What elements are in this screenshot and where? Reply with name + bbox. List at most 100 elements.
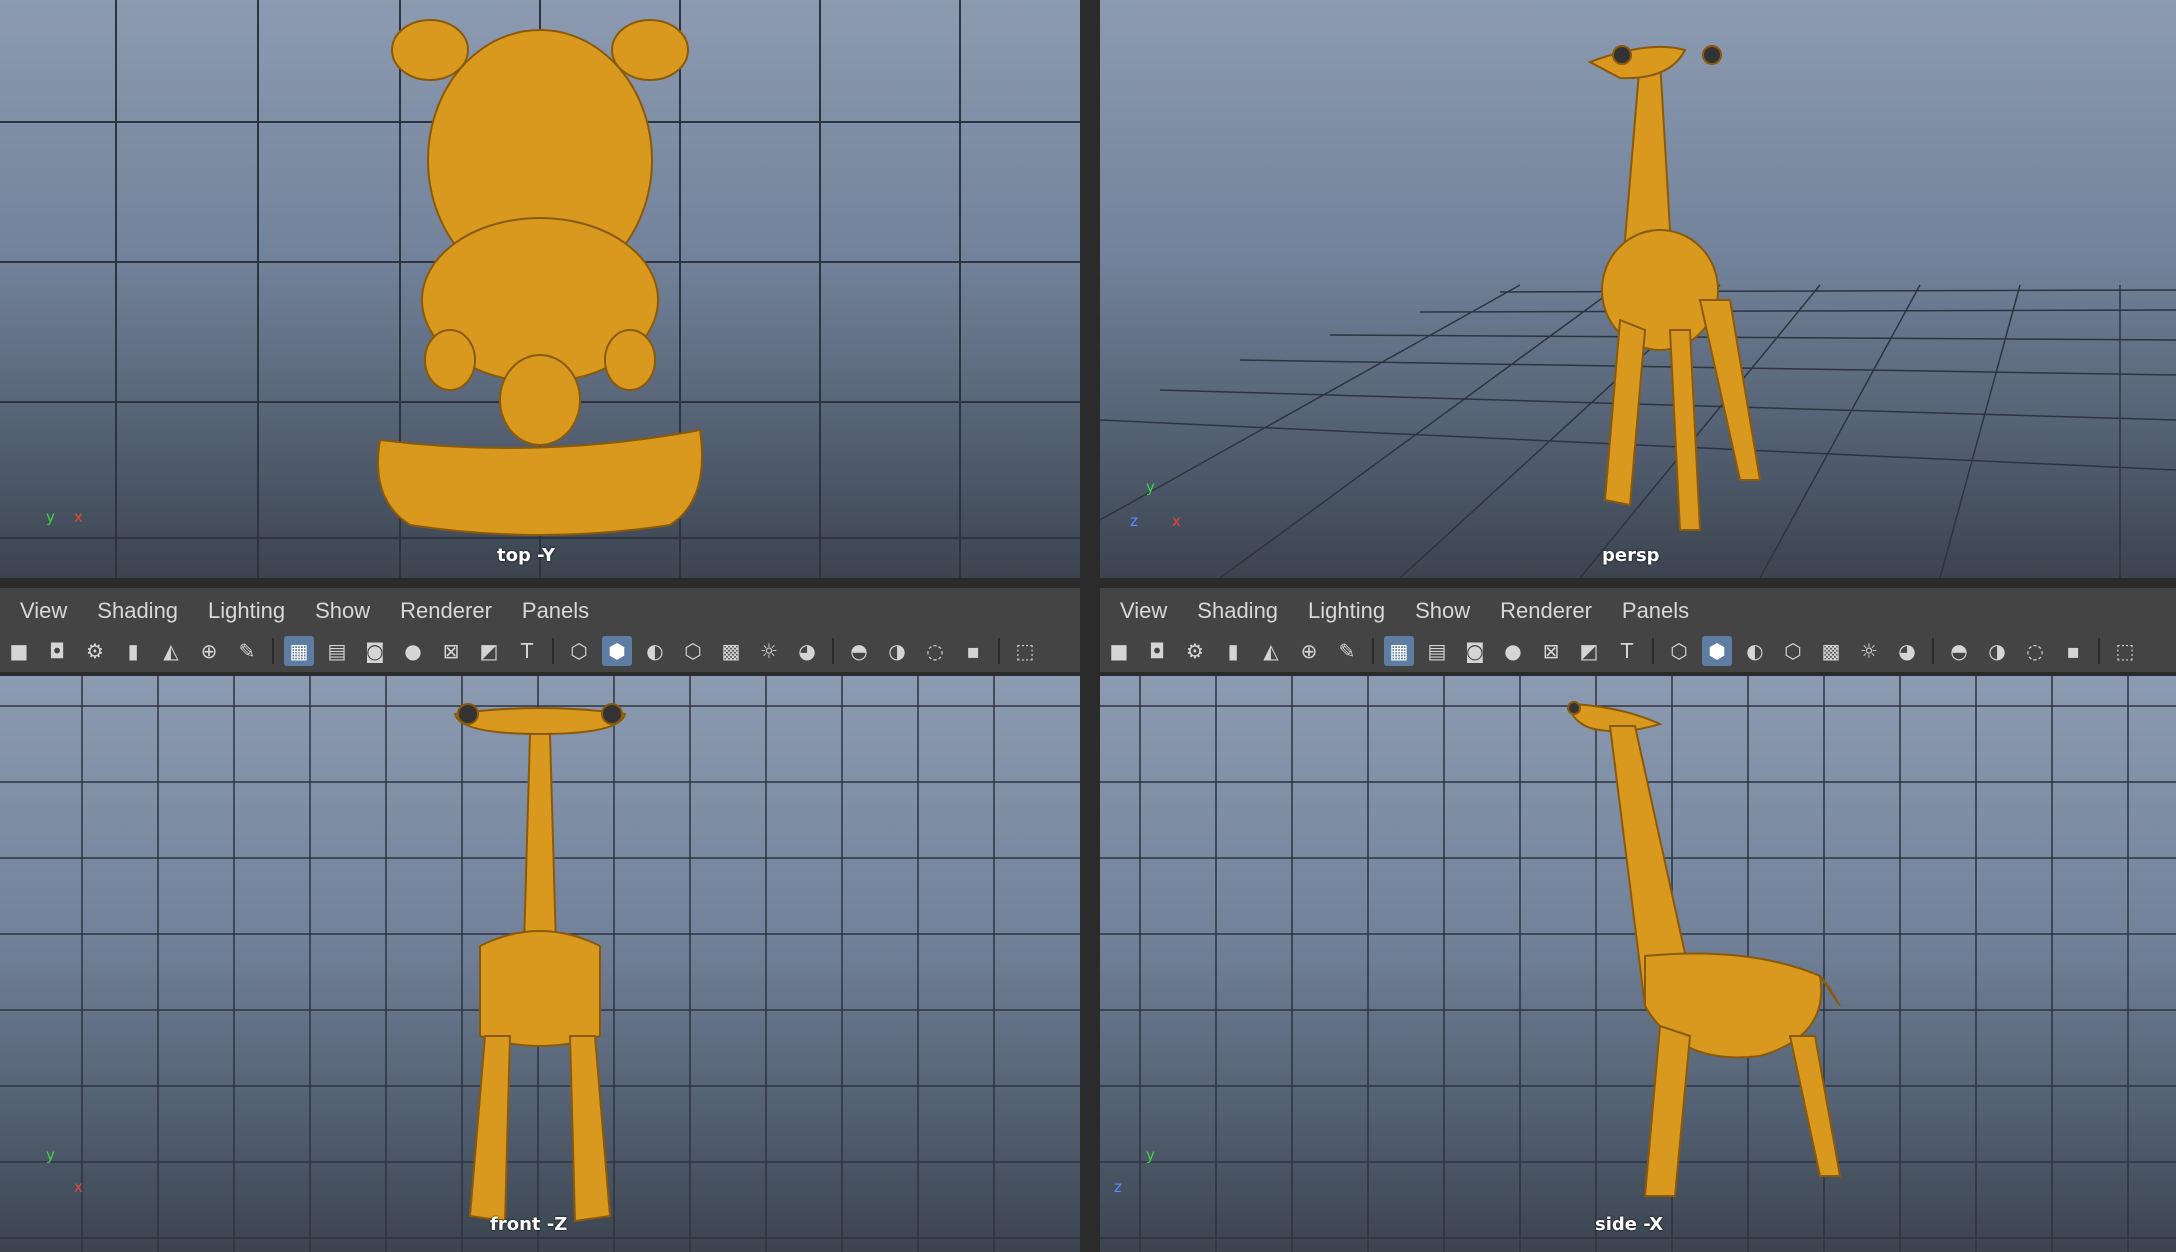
smooth-shade-icon[interactable]: ⬢ <box>1702 636 1732 666</box>
field-chart-icon[interactable]: ⊠ <box>1536 636 1566 666</box>
grid-icon[interactable]: ▦ <box>284 636 314 666</box>
menubar-right: View Shading Lighting Show Renderer Pane… <box>1100 588 2176 634</box>
toolbar-separator <box>832 638 834 664</box>
textured-icon[interactable]: ▩ <box>1816 636 1846 666</box>
menu-renderer[interactable]: Renderer <box>400 598 492 624</box>
menu-shading[interactable]: Shading <box>1197 598 1278 624</box>
resolution-gate-icon[interactable]: ◙ <box>1460 636 1490 666</box>
camera-lock-icon[interactable]: ◘ <box>42 636 72 666</box>
side-axis-y-label: y <box>1146 1146 1155 1164</box>
persp-axis-z-label: z <box>1130 512 1138 530</box>
film-gate-icon[interactable]: ▤ <box>1422 636 1452 666</box>
axis-y-label: y <box>46 508 55 526</box>
isolate-select-icon[interactable]: ⬚ <box>2110 636 2140 666</box>
lights-icon[interactable]: ☼ <box>754 636 784 666</box>
panel-toolbar-right: ■ ◘ ⚙ ▮ ◭ ⊕ ✎ ▦ ▤ ◙ ● ⊠ ◩ T ⬡ ⬢ ◐ ⬡ ▩ ☼ … <box>1100 630 2176 672</box>
viewport-persp-label: persp <box>1602 545 1660 566</box>
antialias-icon[interactable]: ◌ <box>2020 636 2050 666</box>
shadows-icon[interactable]: ◕ <box>792 636 822 666</box>
zoom-camera-icon[interactable]: ⊕ <box>1294 636 1324 666</box>
wireframe-icon[interactable]: ⬡ <box>1664 636 1694 666</box>
giraffe-side-view <box>1567 701 1842 1197</box>
zoom-camera-icon[interactable]: ⊕ <box>194 636 224 666</box>
viewport-front-label: front -Z <box>490 1214 568 1235</box>
camera-icon[interactable]: ■ <box>4 636 34 666</box>
wireframe-icon[interactable]: ⬡ <box>564 636 594 666</box>
menu-shading[interactable]: Shading <box>97 598 178 624</box>
toolbar-separator <box>1372 638 1374 664</box>
shaded-wireframe-icon[interactable]: ⬡ <box>678 636 708 666</box>
gate-mask-icon[interactable]: ● <box>398 636 428 666</box>
menu-renderer[interactable]: Renderer <box>1500 598 1592 624</box>
toolbar-separator <box>272 638 274 664</box>
shaded-wireframe-icon[interactable]: ⬡ <box>1778 636 1808 666</box>
isolate-select-icon[interactable]: ⬚ <box>1010 636 1040 666</box>
bookmark-icon[interactable]: ▮ <box>118 636 148 666</box>
side-axis-z-label: z <box>1114 1178 1122 1196</box>
pane-divider-vertical[interactable] <box>1080 0 1100 1252</box>
image-plane-icon[interactable]: ◭ <box>1256 636 1286 666</box>
viewport-side[interactable]: y z side -X <box>1100 676 2176 1252</box>
viewport-persp[interactable]: y z x persp <box>1100 0 2176 578</box>
ambient-occlusion-icon[interactable]: ◓ <box>1944 636 1974 666</box>
menu-view[interactable]: View <box>1120 598 1167 624</box>
viewport-persp-grid <box>1100 45 2176 578</box>
xray-icon[interactable]: ▪ <box>958 636 988 666</box>
viewport-top-grid <box>0 0 1080 578</box>
toolbar-separator <box>2098 638 2100 664</box>
giraffe-persp-view <box>1587 45 1762 531</box>
menu-lighting[interactable]: Lighting <box>208 598 285 624</box>
default-material-icon[interactable]: ◐ <box>640 636 670 666</box>
menu-lighting[interactable]: Lighting <box>1308 598 1385 624</box>
viewport-top[interactable]: y x top -Y <box>0 0 1080 578</box>
axis-x-label: x <box>74 508 83 526</box>
persp-axis-x-label: x <box>1172 512 1181 530</box>
film-gate-icon[interactable]: ▤ <box>322 636 352 666</box>
image-plane-icon[interactable]: ◭ <box>156 636 186 666</box>
safe-title-icon[interactable]: T <box>512 636 542 666</box>
motion-blur-icon[interactable]: ◑ <box>882 636 912 666</box>
viewport-side-grid <box>1100 676 2176 1252</box>
menu-panels[interactable]: Panels <box>1622 598 1689 624</box>
persp-axis-y-label: y <box>1146 478 1155 496</box>
toolbar-separator <box>998 638 1000 664</box>
menu-show[interactable]: Show <box>1415 598 1470 624</box>
safe-action-icon[interactable]: ◩ <box>474 636 504 666</box>
textured-icon[interactable]: ▩ <box>716 636 746 666</box>
viewport-top-label: top -Y <box>497 545 555 566</box>
menubar-left: View Shading Lighting Show Renderer Pane… <box>0 588 1080 634</box>
viewport-front[interactable]: y x front -Z <box>0 676 1080 1252</box>
smooth-shade-icon[interactable]: ⬢ <box>602 636 632 666</box>
giraffe-top-view <box>377 19 703 536</box>
camera-attributes-icon[interactable]: ⚙ <box>1180 636 1210 666</box>
panel-toolbar-left: ■ ◘ ⚙ ▮ ◭ ⊕ ✎ ▦ ▤ ◙ ● ⊠ ◩ T ⬡ ⬢ ◐ ⬡ ▩ ☼ … <box>0 630 1080 672</box>
xray-icon[interactable]: ▪ <box>2058 636 2088 666</box>
front-axis-x-label: x <box>74 1178 83 1196</box>
field-chart-icon[interactable]: ⊠ <box>436 636 466 666</box>
grid-icon[interactable]: ▦ <box>1384 636 1414 666</box>
resolution-gate-icon[interactable]: ◙ <box>360 636 390 666</box>
default-material-icon[interactable]: ◐ <box>1740 636 1770 666</box>
antialias-icon[interactable]: ◌ <box>920 636 950 666</box>
menu-show[interactable]: Show <box>315 598 370 624</box>
front-axis-y-label: y <box>46 1146 55 1164</box>
lights-icon[interactable]: ☼ <box>1854 636 1884 666</box>
motion-blur-icon[interactable]: ◑ <box>1982 636 2012 666</box>
toolbar-separator <box>1932 638 1934 664</box>
shadows-icon[interactable]: ◕ <box>1892 636 1922 666</box>
gate-mask-icon[interactable]: ● <box>1498 636 1528 666</box>
viewport-side-label: side -X <box>1595 1214 1664 1235</box>
camera-icon[interactable]: ■ <box>1104 636 1134 666</box>
safe-action-icon[interactable]: ◩ <box>1574 636 1604 666</box>
safe-title-icon[interactable]: T <box>1612 636 1642 666</box>
camera-lock-icon[interactable]: ◘ <box>1142 636 1172 666</box>
pencil-icon[interactable]: ✎ <box>1332 636 1362 666</box>
toolbar-separator <box>1652 638 1654 664</box>
pencil-icon[interactable]: ✎ <box>232 636 262 666</box>
ambient-occlusion-icon[interactable]: ◓ <box>844 636 874 666</box>
camera-attributes-icon[interactable]: ⚙ <box>80 636 110 666</box>
menu-view[interactable]: View <box>20 598 67 624</box>
toolbar-separator <box>552 638 554 664</box>
bookmark-icon[interactable]: ▮ <box>1218 636 1248 666</box>
menu-panels[interactable]: Panels <box>522 598 589 624</box>
